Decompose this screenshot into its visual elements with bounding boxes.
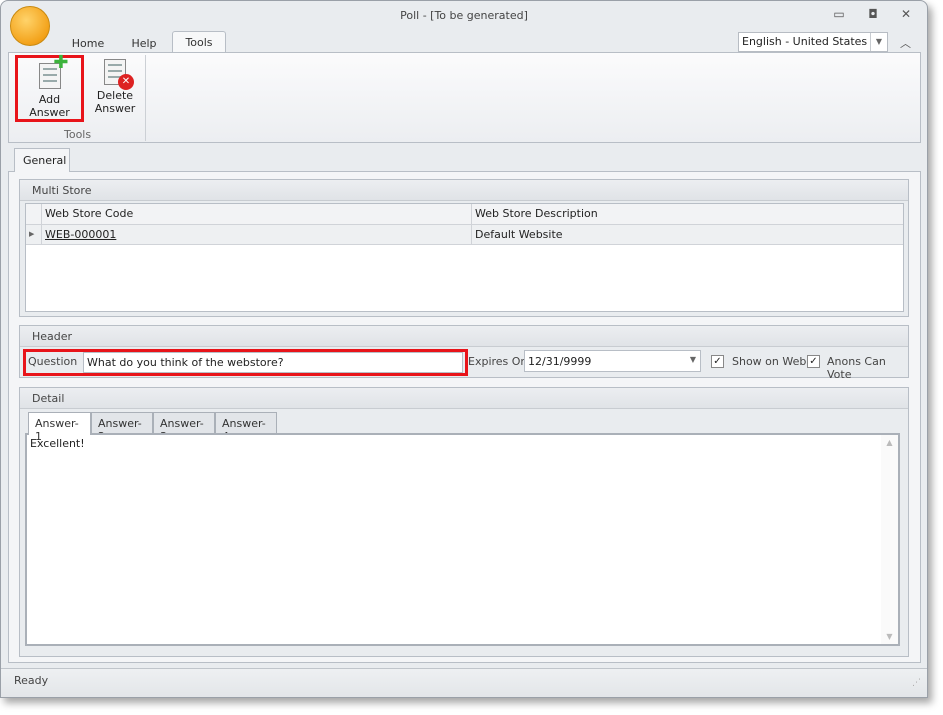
question-input[interactable]: What do you think of the webstore?: [83, 352, 463, 373]
row-pointer-icon: ▶: [26, 225, 42, 245]
delete-list-icon: ✕: [104, 59, 134, 90]
tab-answer-3[interactable]: Answer-3: [153, 412, 215, 443]
add-answer-label: Add Answer: [29, 93, 70, 119]
expires-on-label: Expires On: [468, 355, 528, 368]
multi-store-title: Multi Store: [20, 180, 908, 201]
chevron-down-icon[interactable]: ▼: [870, 33, 887, 51]
web-store-code-link[interactable]: WEB-000001: [42, 225, 472, 245]
status-text: Ready: [14, 674, 49, 687]
detail-title: Detail: [20, 388, 908, 409]
ribbon-group-label: Tools: [64, 128, 92, 141]
header-title: Header: [20, 326, 908, 347]
group-divider: [145, 55, 146, 141]
delete-label-2: Answer: [94, 102, 136, 115]
collapse-ribbon-icon[interactable]: ︿: [900, 35, 911, 51]
expires-on-date-picker[interactable]: 12/31/9999 ▼: [524, 350, 701, 372]
tab-answer-2[interactable]: Answer-2: [91, 412, 153, 443]
language-value: English - United States: [742, 35, 868, 48]
show-on-web-checkbox[interactable]: ✓: [711, 355, 724, 368]
question-label: Question: [28, 355, 78, 368]
chevron-down-icon[interactable]: ▼: [690, 355, 696, 364]
tab-answer-4[interactable]: Answer-4: [215, 412, 277, 443]
anons-can-vote-label: Anons Can Vote: [827, 355, 886, 381]
column-web-store-code[interactable]: Web Store Code: [42, 204, 472, 225]
tab-answer-1[interactable]: Answer-1: [28, 412, 91, 443]
web-store-description: Default Website: [475, 228, 563, 241]
answer-textarea[interactable]: Excellent! ▲ ▼: [25, 433, 900, 646]
row-indicator-header: [26, 204, 42, 225]
ribbon: ✚ Add Answer ✕ Delete Answer Tools: [8, 52, 921, 143]
column-web-store-description[interactable]: Web Store Description: [472, 204, 904, 225]
vertical-scrollbar[interactable]: ▲ ▼: [881, 435, 898, 644]
delete-answer-button[interactable]: ✕ Delete Answer: [91, 59, 139, 115]
scroll-up-icon[interactable]: ▲: [881, 438, 898, 447]
delete-label-1: Delete: [96, 89, 134, 102]
close-icon[interactable]: ✕: [896, 7, 916, 23]
anons-can-vote-checkbox[interactable]: ✓: [807, 355, 820, 368]
multi-store-group: Multi Store Web Store Code Web Store Des…: [19, 179, 909, 317]
expires-on-value: 12/31/9999: [528, 355, 592, 368]
tab-general[interactable]: General: [14, 148, 70, 172]
header-group: Header Question What do you think of the…: [19, 325, 909, 381]
question-field-highlight: Question What do you think of the websto…: [23, 349, 468, 376]
add-list-icon: ✚: [38, 54, 69, 89]
show-on-web-label: Show on Web: [732, 355, 807, 368]
tab-tools[interactable]: Tools: [172, 31, 226, 53]
table-row[interactable]: ▶ WEB-000001 Default Website: [26, 225, 903, 245]
maximize-icon[interactable]: ◘: [863, 7, 883, 23]
status-bar: Ready ⋰: [1, 668, 927, 697]
language-select[interactable]: English - United States ▼: [738, 32, 888, 52]
web-store-grid: Web Store Code Web Store Description ▶ W…: [25, 203, 904, 312]
poll-window: Poll - [To be generated] ▭ ◘ ✕ Home Help…: [0, 0, 928, 698]
tab-help[interactable]: Help: [121, 33, 167, 53]
minimize-icon[interactable]: ▭: [829, 7, 849, 23]
scroll-down-icon[interactable]: ▼: [881, 632, 898, 641]
resize-grip-icon[interactable]: ⋰: [912, 678, 921, 688]
tab-home[interactable]: Home: [63, 33, 113, 53]
grid-header: Web Store Code Web Store Description: [26, 204, 903, 225]
window-title: Poll - [To be generated]: [400, 9, 528, 22]
add-answer-button[interactable]: ✚ Add Answer: [15, 54, 84, 122]
